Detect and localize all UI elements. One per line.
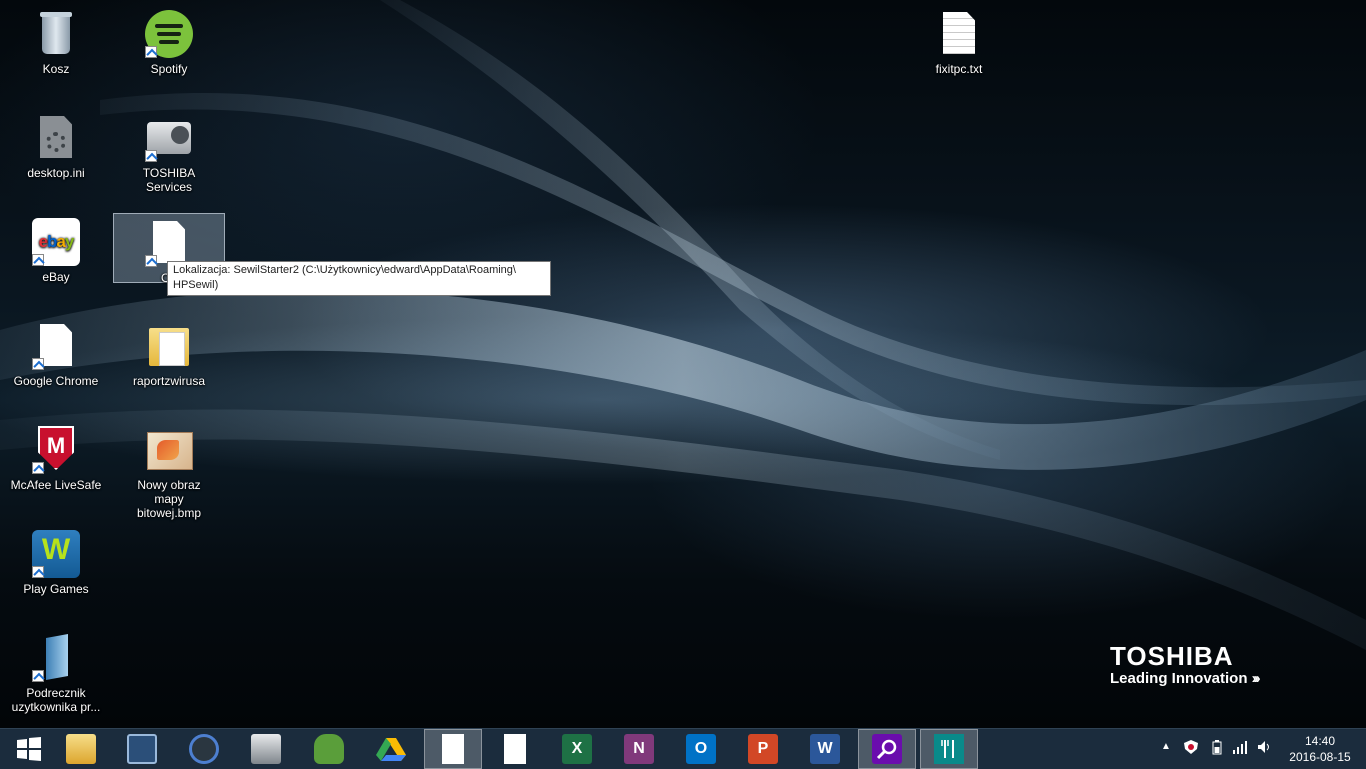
taskbar-excel[interactable]: X — [548, 729, 606, 769]
taskbar-evernote[interactable] — [300, 729, 358, 769]
show-hidden-icons-icon[interactable]: ▲ — [1161, 741, 1171, 752]
desktop-icon-play-games[interactable]: W Play Games — [6, 524, 106, 624]
google-drive-icon — [376, 738, 406, 761]
evernote-icon — [314, 734, 344, 764]
icon-label: Spotify — [150, 62, 188, 76]
shortcut-arrow-icon — [32, 254, 44, 266]
desktop-icon-google-chrome[interactable]: Google Chrome — [6, 316, 106, 416]
blank-file-icon — [442, 734, 464, 764]
desktop[interactable]: Kosz desktop.ini ebay eBay Google Chrome… — [0, 0, 1366, 728]
word-icon: W — [810, 734, 840, 764]
chevrons-icon: ››› — [1251, 670, 1261, 687]
text-file-icon — [935, 10, 983, 58]
blank-shortcut-icon — [32, 322, 80, 370]
icon-label: Google Chrome — [13, 374, 99, 388]
shortcut-arrow-icon — [32, 670, 44, 682]
location-tooltip: Lokalizacja: SewilStarter2 (C:\Użytkowni… — [167, 261, 551, 296]
network-signal-icon[interactable] — [1232, 739, 1248, 758]
toshiba-brand-logo: TOSHIBA Leading Innovation ››› — [1110, 641, 1261, 688]
ebay-icon: ebay — [32, 218, 80, 266]
system-clock[interactable]: 14:40 2016-08-15 — [1284, 733, 1356, 765]
outlook-icon: O — [686, 734, 716, 764]
desktop-icon-spotify[interactable]: Spotify — [119, 4, 219, 104]
icon-label: TOSHIBA Services — [142, 166, 196, 194]
brand-name: TOSHIBA — [1110, 641, 1234, 671]
taskbar-search-app[interactable] — [858, 729, 916, 769]
desktop-icon-raportzwirusa[interactable]: raportzwirusa — [119, 316, 219, 416]
desktop-icon-desktop-ini[interactable]: desktop.ini — [6, 108, 106, 208]
shortcut-arrow-icon — [145, 255, 157, 267]
toshiba-services-icon — [145, 114, 193, 162]
taskbar-powerpoint[interactable]: P — [734, 729, 792, 769]
taskbar-file-explorer[interactable] — [52, 729, 110, 769]
shortcut-arrow-icon — [32, 358, 44, 370]
brand-slogan: Leading Innovation ››› — [1110, 670, 1261, 687]
settings-file-icon — [32, 114, 80, 162]
taskbar-food-app[interactable] — [920, 729, 978, 769]
desktop-icon-toshiba-services[interactable]: TOSHIBA Services — [119, 108, 219, 208]
shortcut-arrow-icon — [145, 46, 157, 58]
icon-label: desktop.ini — [27, 166, 85, 180]
desktop-icon-fixitpc[interactable]: fixitpc.txt — [909, 4, 1009, 104]
icon-label: eBay — [42, 270, 70, 284]
onenote-icon: N — [624, 734, 654, 764]
desktop-icon-recycle-bin[interactable]: Kosz — [6, 4, 106, 104]
clock-time: 14:40 — [1304, 734, 1336, 748]
food-drink-icon — [934, 734, 964, 764]
play-games-icon: W — [32, 530, 80, 578]
taskbar-remote-desktop[interactable] — [113, 729, 171, 769]
recycle-bin-icon — [32, 10, 80, 58]
icon-label: McAfee LiveSafe — [10, 478, 102, 492]
icon-label: Kosz — [42, 62, 70, 76]
battery-icon[interactable] — [1212, 739, 1222, 758]
icon-label: Play Games — [23, 582, 89, 596]
bitmap-image-icon — [145, 426, 193, 474]
desktop-icon-user-manual[interactable]: Podrecznik uzytkownika pr... — [6, 628, 106, 728]
blank-file-icon — [504, 734, 526, 764]
taskbar-onenote[interactable]: N — [610, 729, 668, 769]
desktop-icon-ebay[interactable]: ebay eBay — [6, 212, 106, 312]
shortcut-arrow-icon — [145, 150, 157, 162]
taskbar-blank-file-active[interactable] — [424, 729, 482, 769]
icon-label: fixitpc.txt — [935, 62, 983, 76]
powerpoint-icon: P — [748, 734, 778, 764]
clock-date: 2016-08-15 — [1289, 750, 1351, 764]
taskbar-toshiba-services[interactable] — [237, 729, 295, 769]
mcafee-icon: M — [32, 426, 80, 474]
taskbar-outlook[interactable]: O — [672, 729, 730, 769]
taskbar-google-drive[interactable] — [362, 729, 420, 769]
desktop-icon-mcafee[interactable]: M McAfee LiveSafe — [6, 420, 106, 520]
taskbar-word[interactable]: W — [796, 729, 854, 769]
spotify-icon — [145, 10, 193, 58]
desktop-icon-bitmap[interactable]: Nowy obraz mapy bitowej.bmp — [119, 420, 219, 520]
shortcut-arrow-icon — [32, 462, 44, 474]
blank-shortcut-icon — [145, 219, 193, 267]
icon-label: Nowy obraz mapy bitowej.bmp — [136, 478, 202, 520]
file-explorer-icon — [66, 734, 96, 764]
taskbar-app-launcher[interactable] — [175, 729, 233, 769]
app-launcher-icon — [189, 734, 219, 764]
taskbar: X N O P W ▲ 14:40 2016-08-15 — [0, 728, 1366, 769]
toshiba-services-icon — [251, 734, 281, 764]
icon-label: raportzwirusa — [132, 374, 206, 388]
taskbar-blank-file[interactable] — [486, 729, 544, 769]
shortcut-arrow-icon — [32, 566, 44, 578]
search-icon — [872, 734, 902, 764]
folder-icon — [145, 322, 193, 370]
security-shield-icon[interactable] — [1183, 739, 1199, 758]
volume-icon[interactable] — [1257, 739, 1273, 758]
windows-start-icon — [17, 737, 41, 761]
icon-label: Podrecznik uzytkownika pr... — [11, 686, 101, 714]
remote-desktop-icon — [127, 734, 157, 764]
start-button[interactable] — [0, 729, 58, 769]
excel-icon: X — [562, 734, 592, 764]
manual-book-icon — [32, 634, 80, 682]
